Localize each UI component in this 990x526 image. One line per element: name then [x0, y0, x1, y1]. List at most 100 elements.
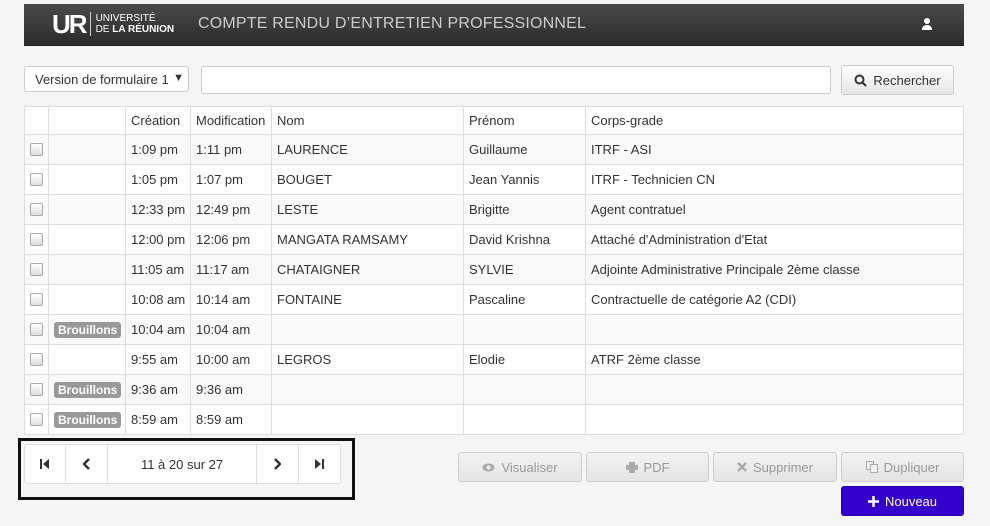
- search-input[interactable]: [201, 66, 831, 94]
- cell-prenom: [463, 374, 586, 405]
- table-row[interactable]: Brouillons 10:04 am 10:04 am: [24, 314, 964, 345]
- column-header-modification[interactable]: Modification: [190, 106, 272, 135]
- table-row[interactable]: 10:08 am 10:14 am FONTAINE Pascaline Con…: [24, 284, 964, 315]
- cell-modification: 10:04 am: [190, 314, 272, 345]
- cell-corps-grade: Attaché d'Administration d'Etat: [585, 224, 964, 255]
- copy-icon: [865, 461, 878, 473]
- cell-modification: 1:07 pm: [190, 164, 272, 195]
- cell-corps-grade: [585, 314, 964, 345]
- row-checkbox[interactable]: [30, 413, 43, 426]
- first-page-icon: [40, 459, 50, 469]
- row-checkbox[interactable]: [30, 323, 43, 336]
- cell-modification: 1:11 pm: [190, 134, 272, 165]
- cell-modification: 12:49 pm: [190, 194, 272, 225]
- eye-icon: [482, 463, 495, 471]
- row-checkbox[interactable]: [30, 143, 43, 156]
- table-row[interactable]: 1:09 pm 1:11 pm LAURENCE Guillaume ITRF …: [24, 134, 964, 165]
- search-button[interactable]: Rechercher: [841, 65, 954, 95]
- row-checkbox[interactable]: [30, 233, 43, 246]
- form-version-value: Version de formulaire 1: [35, 72, 169, 87]
- cell-prenom: [463, 404, 586, 435]
- cell-nom: LEGROS: [271, 344, 464, 375]
- cell-creation: 12:33 pm: [125, 194, 191, 225]
- app-title: COMPTE RENDU D’ENTRETIEN PROFESSIONNEL: [198, 15, 587, 32]
- cell-corps-grade: Adjointe Administrative Principale 2ème …: [585, 254, 964, 285]
- cell-modification: 12:06 pm: [190, 224, 272, 255]
- delete-button[interactable]: Supprimer: [713, 452, 837, 482]
- search-icon: [854, 74, 868, 87]
- cell-nom: FONTAINE: [271, 284, 464, 315]
- user-icon[interactable]: [920, 17, 934, 31]
- app-header: UR UNIVERSITÉ DE LA RÉUNION COMPTE RENDU…: [24, 4, 964, 46]
- table-row[interactable]: Brouillons 8:59 am 8:59 am: [24, 404, 964, 435]
- cell-nom: LAURENCE: [271, 134, 464, 165]
- table-row[interactable]: 1:05 pm 1:07 pm BOUGET Jean Yannis ITRF …: [24, 164, 964, 195]
- duplicate-button-label: Dupliquer: [883, 459, 940, 475]
- column-header-nom[interactable]: Nom: [271, 106, 464, 135]
- cell-prenom: Pascaline: [463, 284, 586, 315]
- cell-creation: 1:09 pm: [125, 134, 191, 165]
- new-button[interactable]: Nouveau: [841, 486, 964, 516]
- column-header-status: [48, 106, 126, 135]
- table-row[interactable]: 11:05 am 11:17 am CHATAIGNER SYLVIE Adjo…: [24, 254, 964, 285]
- column-header-prenom[interactable]: Prénom: [463, 106, 586, 135]
- pdf-button[interactable]: PDF: [586, 452, 709, 482]
- column-header-select: [24, 106, 49, 135]
- cell-nom: LESTE: [271, 194, 464, 225]
- logo-mark: UR: [52, 9, 88, 39]
- view-button[interactable]: Visualiser: [458, 452, 582, 482]
- draft-badge: Brouillons: [54, 381, 122, 398]
- table-row[interactable]: 9:55 am 10:00 am LEGROS Elodie ATRF 2ème…: [24, 344, 964, 375]
- cell-prenom: Brigitte: [463, 194, 586, 225]
- print-icon: [625, 461, 638, 473]
- draft-badge: Brouillons: [54, 411, 122, 428]
- logo-divider: [89, 12, 91, 36]
- cell-prenom: Jean Yannis: [463, 164, 586, 195]
- cell-corps-grade: [585, 404, 964, 435]
- draft-badge: Brouillons: [54, 321, 122, 338]
- cell-creation: 10:04 am: [125, 314, 191, 345]
- column-header-corps-grade[interactable]: Corps-grade: [585, 106, 964, 135]
- cell-nom: [271, 314, 464, 345]
- cell-modification: 11:17 am: [190, 254, 272, 285]
- table-header-row: Création Modification Nom Prénom Corps-g…: [24, 106, 964, 135]
- cell-creation: 11:05 am: [125, 254, 191, 285]
- form-version-select[interactable]: Version de formulaire 1 ▼: [24, 66, 189, 92]
- plus-icon: [867, 495, 879, 507]
- cell-nom: [271, 404, 464, 435]
- new-button-label: Nouveau: [884, 493, 938, 509]
- table-row[interactable]: 12:00 pm 12:06 pm MANGATA RAMSAMY David …: [24, 224, 964, 255]
- cell-prenom: Guillaume: [463, 134, 586, 165]
- row-checkbox[interactable]: [30, 383, 43, 396]
- cell-corps-grade: Agent contratuel: [585, 194, 964, 225]
- row-checkbox[interactable]: [30, 353, 43, 366]
- previous-page-button[interactable]: [66, 445, 108, 483]
- pdf-button-label: PDF: [643, 459, 670, 475]
- cell-modification: 10:14 am: [190, 284, 272, 315]
- cell-nom: CHATAIGNER: [271, 254, 464, 285]
- first-page-button[interactable]: [25, 445, 67, 483]
- last-page-icon: [315, 459, 325, 469]
- page-range-label: 11 à 20 sur 27: [108, 445, 258, 483]
- cell-creation: 12:00 pm: [125, 224, 191, 255]
- next-page-button[interactable]: [257, 445, 299, 483]
- view-button-label: Visualiser: [501, 459, 558, 475]
- university-logo[interactable]: UR UNIVERSITÉ DE LA RÉUNION: [52, 11, 174, 37]
- row-checkbox[interactable]: [30, 203, 43, 216]
- last-page-button[interactable]: [299, 445, 340, 483]
- column-header-creation[interactable]: Création: [125, 106, 191, 135]
- cell-modification: 10:00 am: [190, 344, 272, 375]
- cell-corps-grade: Contractuelle de catégorie A2 (CDI): [585, 284, 964, 315]
- table-row[interactable]: Brouillons 9:36 am 9:36 am: [24, 374, 964, 405]
- cell-corps-grade: ITRF - ASI: [585, 134, 964, 165]
- cell-creation: 10:08 am: [125, 284, 191, 315]
- duplicate-button[interactable]: Dupliquer: [841, 452, 964, 482]
- cell-creation: 1:05 pm: [125, 164, 191, 195]
- row-checkbox[interactable]: [30, 173, 43, 186]
- table-row[interactable]: 12:33 pm 12:49 pm LESTE Brigitte Agent c…: [24, 194, 964, 225]
- cell-nom: BOUGET: [271, 164, 464, 195]
- dropdown-caret-icon: ▼: [173, 72, 184, 84]
- interviews-table: Création Modification Nom Prénom Corps-g…: [24, 106, 964, 435]
- row-checkbox[interactable]: [30, 293, 43, 306]
- row-checkbox[interactable]: [30, 263, 43, 276]
